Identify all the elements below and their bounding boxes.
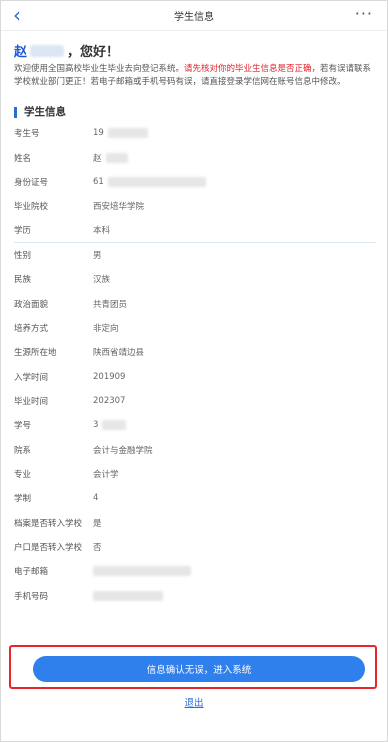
field-label: 性别 bbox=[14, 250, 32, 261]
field-row-political-status: 政治面貌 共青团员 bbox=[14, 291, 376, 315]
field-value: 会计学 bbox=[93, 469, 119, 480]
field-label: 手机号码 bbox=[14, 591, 49, 602]
field-row-duration: 学制 4 bbox=[14, 486, 376, 510]
field-value: 202307 bbox=[93, 395, 126, 406]
field-value: 本科 bbox=[93, 226, 111, 237]
field-row-department: 院系 会计与金融学院 bbox=[14, 437, 376, 461]
field-row-gender: 性别 男 bbox=[14, 243, 376, 267]
field-value: 是 bbox=[93, 518, 102, 529]
field-value: 共青团员 bbox=[93, 299, 128, 310]
field-label: 政治面貌 bbox=[14, 299, 49, 310]
intro-text-before: 欢迎使用全国高校毕业生毕业去向登记系统。 bbox=[14, 64, 185, 74]
field-value: 19 bbox=[93, 128, 104, 139]
field-row-origin: 生源所在地 陕西省靖边县 bbox=[14, 340, 376, 364]
field-row-major: 专业 会计学 bbox=[14, 462, 376, 486]
redacted-value bbox=[93, 566, 191, 577]
field-label: 姓名 bbox=[14, 153, 32, 164]
field-label: 生源所在地 bbox=[14, 348, 57, 359]
intro-text: 欢迎使用全国高校毕业生毕业去向登记系统。请先核对你的毕业生信息是否正确，若有误请… bbox=[14, 63, 376, 89]
field-row-email: 电子邮箱 bbox=[14, 559, 376, 583]
section-title: 学生信息 bbox=[14, 107, 66, 118]
field-label: 学号 bbox=[14, 421, 32, 432]
redacted-value bbox=[105, 152, 128, 163]
field-value: 汉族 bbox=[93, 275, 111, 286]
field-row-exam-number: 考生号 19 bbox=[14, 121, 376, 145]
field-row-graduation-date: 毕业时间 202307 bbox=[14, 389, 376, 413]
field-row-ethnicity: 民族 汉族 bbox=[14, 267, 376, 291]
field-value: 3 bbox=[93, 420, 99, 431]
field-value: 陕西省靖边县 bbox=[93, 348, 145, 359]
field-row-enrollment-date: 入学时间 201909 bbox=[14, 364, 376, 388]
field-value: 男 bbox=[93, 250, 102, 261]
field-row-phone: 手机号码 bbox=[14, 584, 376, 608]
field-row-training-mode: 培养方式 非定向 bbox=[14, 316, 376, 340]
field-value: 西安培华学院 bbox=[93, 202, 145, 213]
field-value: 赵 bbox=[93, 153, 102, 164]
navbar: ‹ 学生信息 ··· bbox=[1, 1, 387, 31]
field-value: 会计与金融学院 bbox=[93, 445, 153, 456]
field-value: 非定向 bbox=[93, 323, 119, 334]
app-frame: ‹ 学生信息 ··· 赵 ，您好！ 欢迎使用全国高校毕业生毕业去向登记系统。请先核… bbox=[0, 0, 388, 742]
greeting-suffix: ，您好！ bbox=[67, 45, 120, 60]
confirm-enter-button[interactable]: 信息确认无误，进入系统 bbox=[33, 656, 365, 682]
greeting-surname: 赵 bbox=[14, 45, 28, 60]
greeting: 赵 ，您好！ bbox=[14, 41, 119, 60]
field-value: 4 bbox=[93, 493, 99, 504]
field-label: 学制 bbox=[14, 494, 32, 505]
field-row-student-id: 学号 3 bbox=[14, 413, 376, 437]
redacted-value bbox=[107, 128, 148, 139]
field-label: 入学时间 bbox=[14, 372, 49, 383]
field-row-id-number: 身份证号 61 bbox=[14, 170, 376, 194]
info-list: 考生号 19 姓名 赵 身份证号 61 毕业院校 西安培华学院 学历 本科 性别… bbox=[14, 121, 376, 608]
field-label: 毕业时间 bbox=[14, 396, 49, 407]
intro-warning: 请先核对你的毕业生信息是否正确 bbox=[184, 64, 312, 74]
field-row-education: 学历 本科 bbox=[14, 218, 376, 243]
redacted-value bbox=[107, 176, 206, 187]
redacted-name bbox=[30, 45, 65, 57]
field-label: 考生号 bbox=[14, 129, 40, 140]
field-row-household-transfer: 户口是否转入学校 否 bbox=[14, 535, 376, 559]
field-label: 档案是否转入学校 bbox=[14, 518, 83, 529]
field-label: 民族 bbox=[14, 275, 32, 286]
logout-link[interactable]: 退出 bbox=[1, 695, 387, 709]
field-value: 否 bbox=[93, 543, 102, 554]
field-label: 院系 bbox=[14, 445, 32, 456]
field-row-archive-transfer: 档案是否转入学校 是 bbox=[14, 511, 376, 535]
more-dots-icon[interactable]: ··· bbox=[355, 4, 373, 23]
confirm-highlight-box: 信息确认无误，进入系统 bbox=[9, 645, 377, 689]
field-value: 201909 bbox=[93, 371, 126, 382]
field-label: 学历 bbox=[14, 226, 32, 237]
page-title: 学生信息 bbox=[174, 12, 214, 23]
field-label: 培养方式 bbox=[14, 323, 49, 334]
redacted-value bbox=[93, 590, 163, 601]
field-value: 61 bbox=[93, 176, 104, 187]
field-label: 专业 bbox=[14, 469, 32, 480]
field-label: 电子邮箱 bbox=[14, 567, 49, 578]
field-label: 身份证号 bbox=[14, 177, 49, 188]
field-row-school: 毕业院校 西安培华学院 bbox=[14, 194, 376, 218]
redacted-value bbox=[102, 420, 127, 431]
field-label: 毕业院校 bbox=[14, 202, 49, 213]
field-label: 户口是否转入学校 bbox=[14, 543, 83, 554]
field-row-name: 姓名 赵 bbox=[14, 145, 376, 169]
